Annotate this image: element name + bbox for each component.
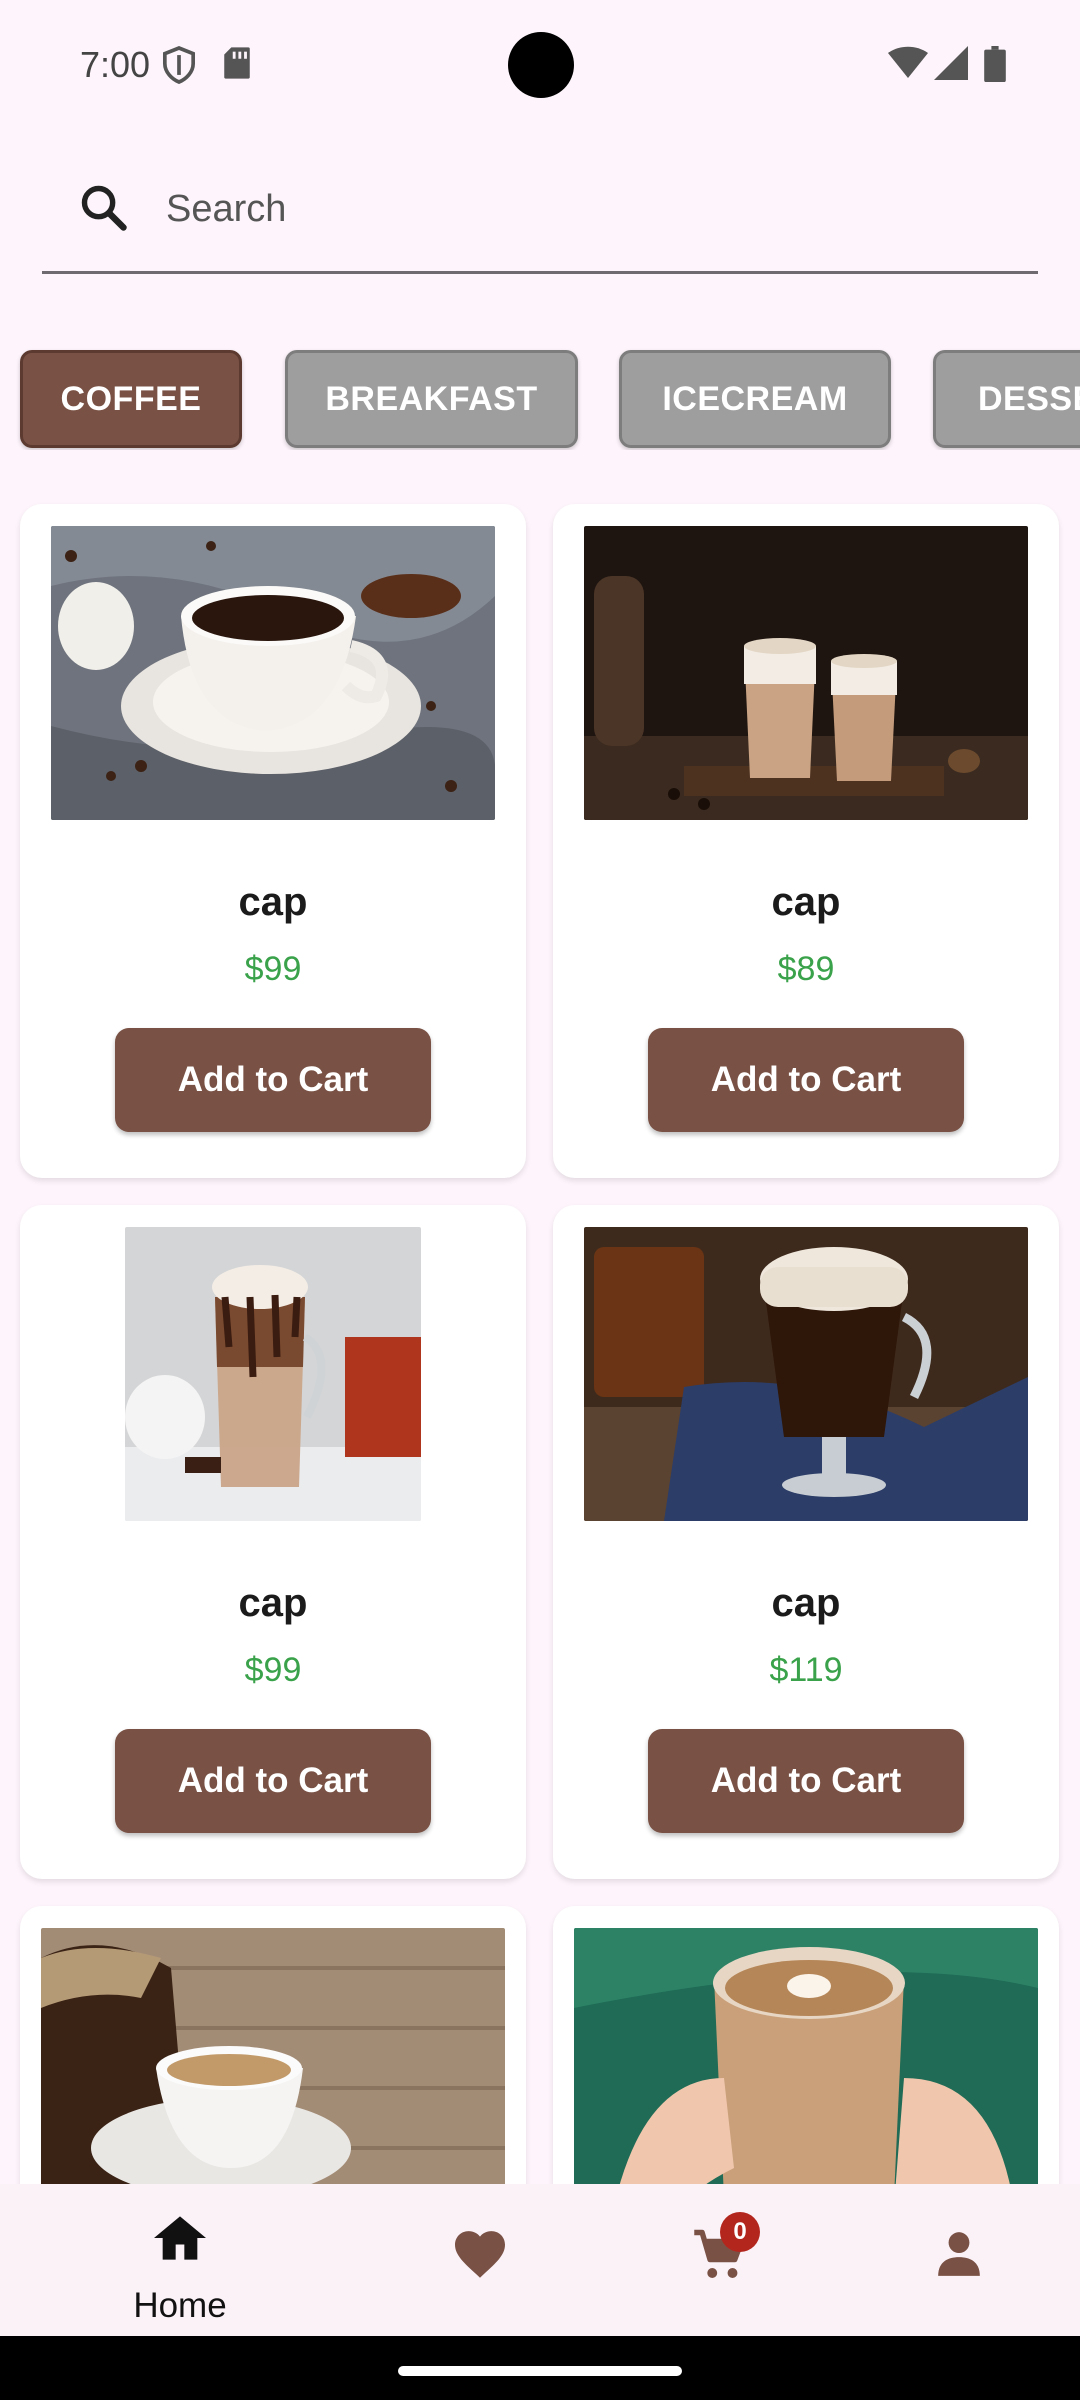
- category-chip-breakfast[interactable]: BREAKFAST: [285, 350, 578, 448]
- mocha-glass-image: [125, 1227, 421, 1521]
- wifi-icon: [888, 46, 928, 85]
- add-to-cart-button[interactable]: Add to Cart: [648, 1028, 964, 1132]
- cart-count-badge: 0: [720, 2212, 760, 2252]
- status-bar: 7:00: [0, 0, 1080, 130]
- person-icon: [934, 2228, 984, 2283]
- product-card[interactable]: cap $119 Add to Cart: [553, 1205, 1059, 1879]
- search-input[interactable]: [166, 174, 1006, 244]
- product-card[interactable]: cap $89 Add to Cart: [553, 504, 1059, 1178]
- product-card[interactable]: cap $99 Add to Cart: [20, 1205, 526, 1879]
- product-name: cap: [238, 1581, 308, 1625]
- product-price: $89: [777, 950, 835, 988]
- product-price: $99: [244, 1651, 302, 1689]
- heart-icon: [452, 2230, 508, 2285]
- product-name: cap: [771, 880, 841, 924]
- signal-icon: [934, 46, 968, 85]
- product-name: cap: [771, 1581, 841, 1625]
- category-chip-dessert[interactable]: DESSERT: [933, 350, 1080, 448]
- sd-card-icon: [222, 46, 252, 85]
- product-card[interactable]: [553, 1906, 1059, 2206]
- add-to-cart-button[interactable]: Add to Cart: [115, 1028, 431, 1132]
- status-time: 7:00: [80, 44, 151, 85]
- search-icon: [78, 182, 130, 239]
- category-chip-coffee[interactable]: COFFEE: [20, 350, 242, 448]
- nav-favorites[interactable]: [420, 2184, 540, 2336]
- add-to-cart-button[interactable]: Add to Cart: [648, 1729, 964, 1833]
- category-tabs: COFFEE BREAKFAST ICECREAM DESSERT: [0, 348, 1080, 450]
- home-icon: [154, 2214, 206, 2267]
- front-camera: [508, 32, 574, 98]
- product-card[interactable]: [20, 1906, 526, 2206]
- cappuccino-hands-image: [574, 1928, 1038, 2206]
- product-price: $99: [244, 950, 302, 988]
- product-name: cap: [238, 880, 308, 924]
- coffee-cup-image: [51, 526, 495, 820]
- product-price: $119: [769, 1651, 843, 1689]
- irish-coffee-image: [584, 1227, 1028, 1521]
- nav-cart[interactable]: [660, 2184, 780, 2336]
- nav-home[interactable]: Home: [90, 2184, 270, 2336]
- category-chip-icecream[interactable]: ICECREAM: [619, 350, 891, 448]
- nav-home-label: Home: [133, 2286, 227, 2325]
- nav-profile[interactable]: [900, 2184, 1020, 2336]
- shield-icon: [162, 46, 196, 89]
- espresso-beans-image: [41, 1928, 505, 2206]
- bottom-navigation: Home: [0, 2184, 1080, 2336]
- search-bar[interactable]: [42, 150, 1038, 274]
- home-gesture-handle[interactable]: [398, 2366, 682, 2376]
- product-card[interactable]: cap $99 Add to Cart: [20, 504, 526, 1178]
- battery-icon: [984, 46, 1006, 87]
- add-to-cart-button[interactable]: Add to Cart: [115, 1729, 431, 1833]
- latte-glasses-image: [584, 526, 1028, 820]
